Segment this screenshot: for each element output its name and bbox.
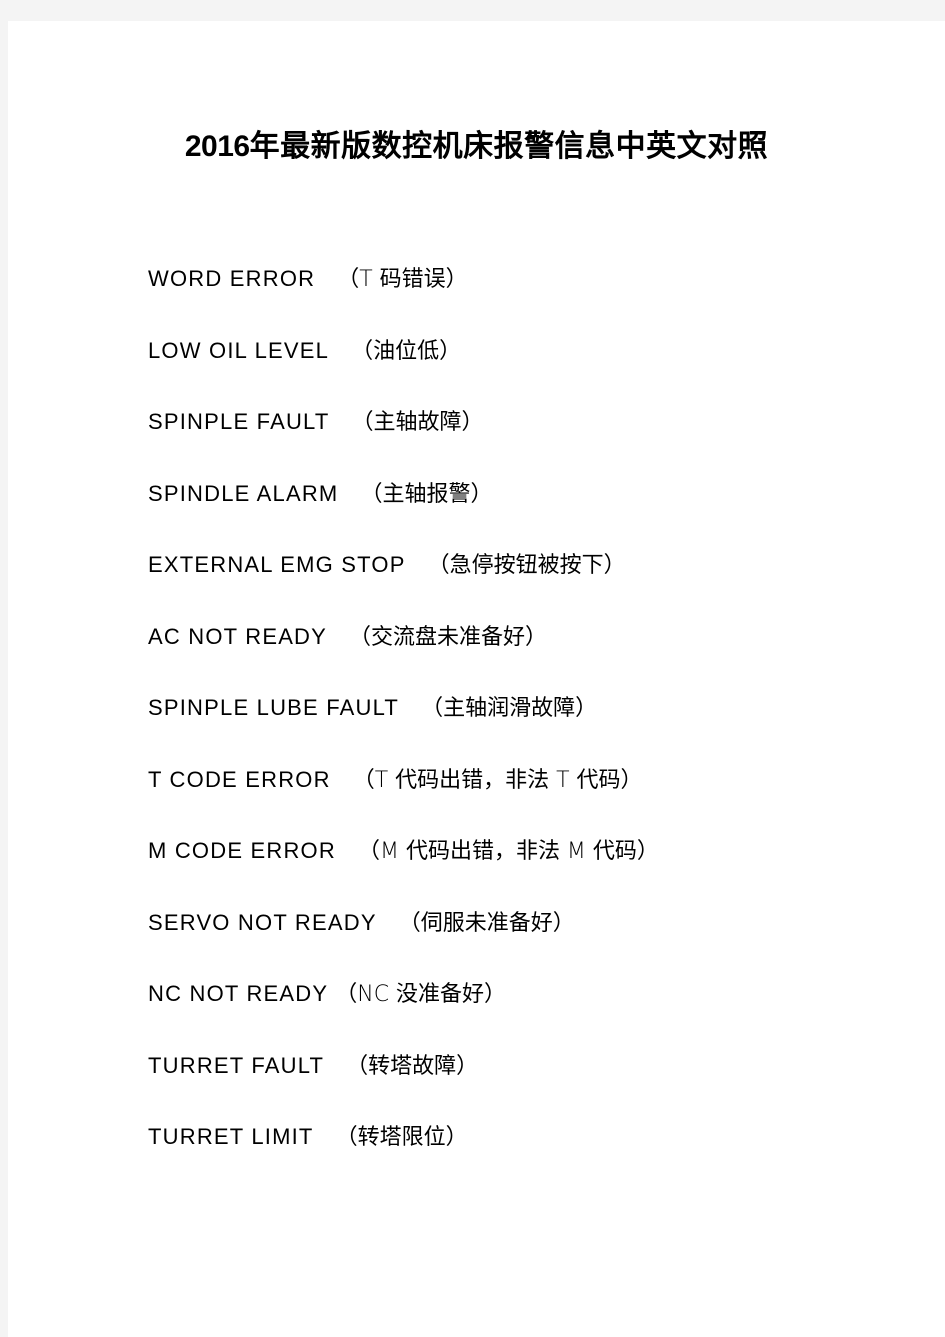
alarm-entry: SPINPLE FAULT （主轴故障） xyxy=(148,402,908,474)
alarm-code: EXTERNAL EMG STOP xyxy=(148,552,406,577)
alarm-entry: SPINDLE ALARM （主轴报警） xyxy=(148,474,908,546)
alarm-translation: （NC 没准备好） xyxy=(335,982,507,1007)
document-sheet: 2016年最新版数控机床报警信息中英文对照 WORD ERROR （T 码错误） L… xyxy=(8,21,945,1337)
alarm-code: M CODE ERROR xyxy=(148,838,336,863)
page-root: 2016年最新版数控机床报警信息中英文对照 WORD ERROR （T 码错误） L… xyxy=(0,0,945,1337)
alarm-translation: （M 代码出错，非法 M 代码） xyxy=(357,839,659,864)
alarm-entry: AC NOT READY （交流盘未准备好） xyxy=(148,617,908,689)
alarm-entry: WORD ERROR （T 码错误） xyxy=(148,259,908,331)
alarm-translation: （主轴润滑故障） xyxy=(421,696,598,721)
alarm-code: T CODE ERROR xyxy=(148,766,331,792)
alarm-code: SERVO NOT READY xyxy=(148,909,377,935)
page-title: 2016年最新版数控机床报警信息中英文对照 xyxy=(8,121,945,165)
alarm-code: SPINPLE FAULT xyxy=(148,409,330,434)
alarm-translation: （T 码错误） xyxy=(337,267,468,292)
alarm-translation: （交流盘未准备好） xyxy=(349,624,548,650)
alarm-code: LOW OIL LEVEL xyxy=(148,337,330,363)
alarm-entry: TURRET LIMIT （转塔限位） xyxy=(148,1117,908,1189)
page-title-text: 年最新版数控机床报警信息中英文对照 xyxy=(249,130,769,163)
alarm-translation: （伺服未准备好） xyxy=(398,910,575,936)
alarm-translation: （转塔限位） xyxy=(335,1125,468,1150)
alarm-translation: （油位低） xyxy=(351,338,462,364)
alarm-code: WORD ERROR xyxy=(148,266,316,291)
page-title-year: 2016 xyxy=(184,130,250,163)
alarm-entry: T CODE ERROR （T 代码出错，非法 T 代码） xyxy=(148,760,908,832)
alarm-translation: （主轴报警） xyxy=(360,481,493,507)
alarm-translation: （主轴故障） xyxy=(351,410,484,435)
alarm-entry: M CODE ERROR （M 代码出错，非法 M 代码） xyxy=(148,831,908,903)
alarm-translation: （急停按钮被按下） xyxy=(427,553,626,578)
alarm-code: NC NOT READY xyxy=(148,981,329,1006)
alarm-code: AC NOT READY xyxy=(148,623,328,649)
alarm-entry: TURRET FAULT （转塔故障） xyxy=(148,1046,908,1118)
alarm-code: SPINDLE ALARM xyxy=(148,480,339,506)
alarm-entry: EXTERNAL EMG STOP （急停按钮被按下） xyxy=(148,545,908,617)
alarm-entry: SERVO NOT READY （伺服未准备好） xyxy=(148,903,908,975)
alarm-code: TURRET FAULT xyxy=(148,1052,325,1078)
alarm-translation: （T 代码出错，非法 T 代码） xyxy=(352,767,643,793)
alarm-entry: LOW OIL LEVEL （油位低） xyxy=(148,331,908,403)
alarm-code: TURRET LIMIT xyxy=(148,1124,314,1149)
alarm-entry-list: WORD ERROR （T 码错误） LOW OIL LEVEL （油位低） SPINP… xyxy=(148,259,908,1189)
alarm-entry: NC NOT READY （NC 没准备好） xyxy=(148,974,908,1046)
alarm-code: SPINPLE LUBE FAULT xyxy=(148,695,400,720)
alarm-translation: （转塔故障） xyxy=(346,1053,479,1079)
alarm-entry: SPINPLE LUBE FAULT （主轴润滑故障） xyxy=(148,688,908,760)
